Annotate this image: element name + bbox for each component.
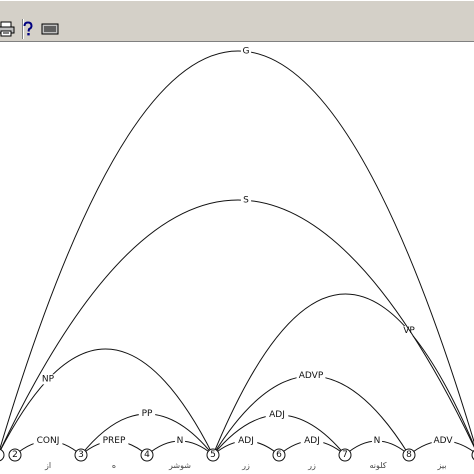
help-icon (23, 21, 33, 36)
node-number: 2 (12, 450, 18, 460)
tree-node[interactable]: 5 (206, 448, 220, 462)
arc-label: VP (403, 326, 415, 336)
word-token: کلونه (369, 461, 386, 470)
tree-node[interactable] (0, 448, 5, 462)
tree-node[interactable]: 7 (338, 448, 352, 462)
dependency-arc: VP (212, 293, 474, 456)
arc-label: ADV (433, 436, 453, 446)
arc-label: S (243, 195, 249, 205)
dependency-tree-canvas: CONJ PREP N PP NP ADJ ADJ ADJ N ADVP ADV VP S G از ه شو… (0, 46, 474, 470)
dependency-arc: N (146, 436, 214, 456)
word-token: زر (241, 461, 250, 470)
toolbar (0, 0, 474, 42)
arc-label: PREP (103, 436, 126, 446)
node-number: 4 (144, 450, 150, 460)
node-circle (0, 448, 5, 462)
dependency-arc: CONJ (14, 436, 82, 456)
dependency-arc: ADJ (212, 410, 346, 456)
dependency-arc: ADJ (212, 436, 280, 456)
word-token: ه (112, 461, 116, 470)
keyboard-button[interactable] (40, 19, 60, 39)
arc-label: N (374, 436, 381, 446)
arc-label: ADJ (304, 436, 320, 446)
dependency-arc: PREP (80, 436, 148, 456)
arc-label: ADJ (238, 436, 254, 446)
dependency-arc: PP (80, 409, 214, 456)
arc-line (0, 50, 474, 451)
dependency-arc: N (344, 436, 410, 456)
tree-node[interactable]: 8 (402, 448, 416, 462)
dependency-arc: ADV (408, 436, 474, 456)
word-token: زر (307, 461, 316, 470)
arc-label: ADJ (269, 410, 285, 420)
nodes-layer: 2 3 4 5 6 7 8 (0, 448, 474, 462)
node-number: 5 (210, 450, 216, 460)
words-layer: از ه شوشر زر زر کلونه بیز (44, 461, 447, 470)
arc-label: G (243, 46, 250, 56)
tree-node[interactable]: 2 (8, 448, 22, 462)
tree-node[interactable]: 6 (272, 448, 286, 462)
help-button[interactable] (18, 19, 38, 39)
node-number: 3 (78, 450, 84, 460)
word-token: از (44, 461, 51, 470)
node-number: 6 (276, 450, 282, 460)
toolbar-highlight (0, 0, 474, 1)
print-button[interactable] (0, 19, 16, 39)
arc-label: ADVP (299, 371, 324, 381)
node-number: 8 (406, 450, 412, 460)
arc-label: NP (42, 374, 55, 384)
arc-label: CONJ (37, 436, 60, 446)
word-token: بیز (436, 461, 446, 470)
arc-line (212, 293, 474, 456)
word-token: شوشر (168, 461, 191, 470)
dependency-arc: G (0, 46, 474, 451)
tree-node[interactable]: 4 (140, 448, 154, 462)
print-icon (0, 21, 15, 37)
edges-layer: CONJ PREP N PP NP ADJ ADJ ADJ N ADVP ADV VP S G (0, 46, 474, 456)
arc-label: N (177, 436, 184, 446)
keyboard-icon (41, 23, 59, 35)
dependency-arc: ADJ (278, 436, 346, 456)
arc-label: PP (142, 409, 153, 419)
node-number: 7 (342, 450, 348, 460)
tree-node[interactable]: 3 (74, 448, 88, 462)
